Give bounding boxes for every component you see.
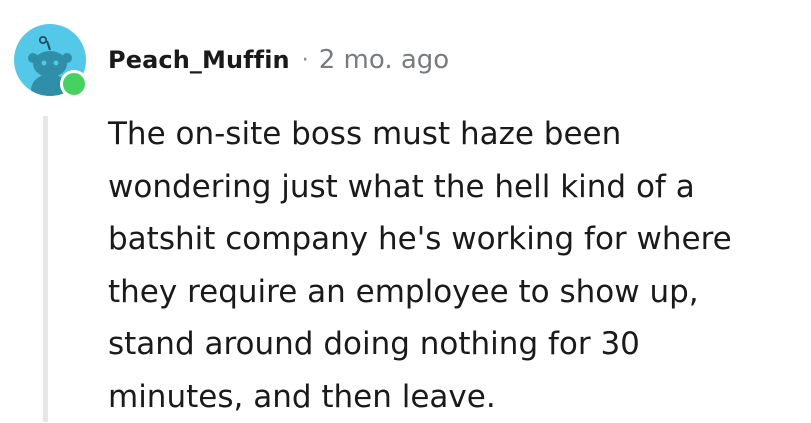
meta-separator: · <box>301 47 309 73</box>
comment-timestamp[interactable]: 2 mo. ago <box>319 45 449 75</box>
username-link[interactable]: Peach_Muffin <box>108 46 290 74</box>
online-status-icon <box>60 70 88 98</box>
thread-collapse-line[interactable] <box>43 116 48 422</box>
avatar[interactable] <box>14 24 88 98</box>
comment-body: The on-site boss must haze been wonderin… <box>108 116 732 415</box>
comment-meta: Peach_Muffin · 2 mo. ago <box>108 40 449 80</box>
comment: Peach_Muffin · 2 mo. ago The on-site bos… <box>0 0 811 422</box>
